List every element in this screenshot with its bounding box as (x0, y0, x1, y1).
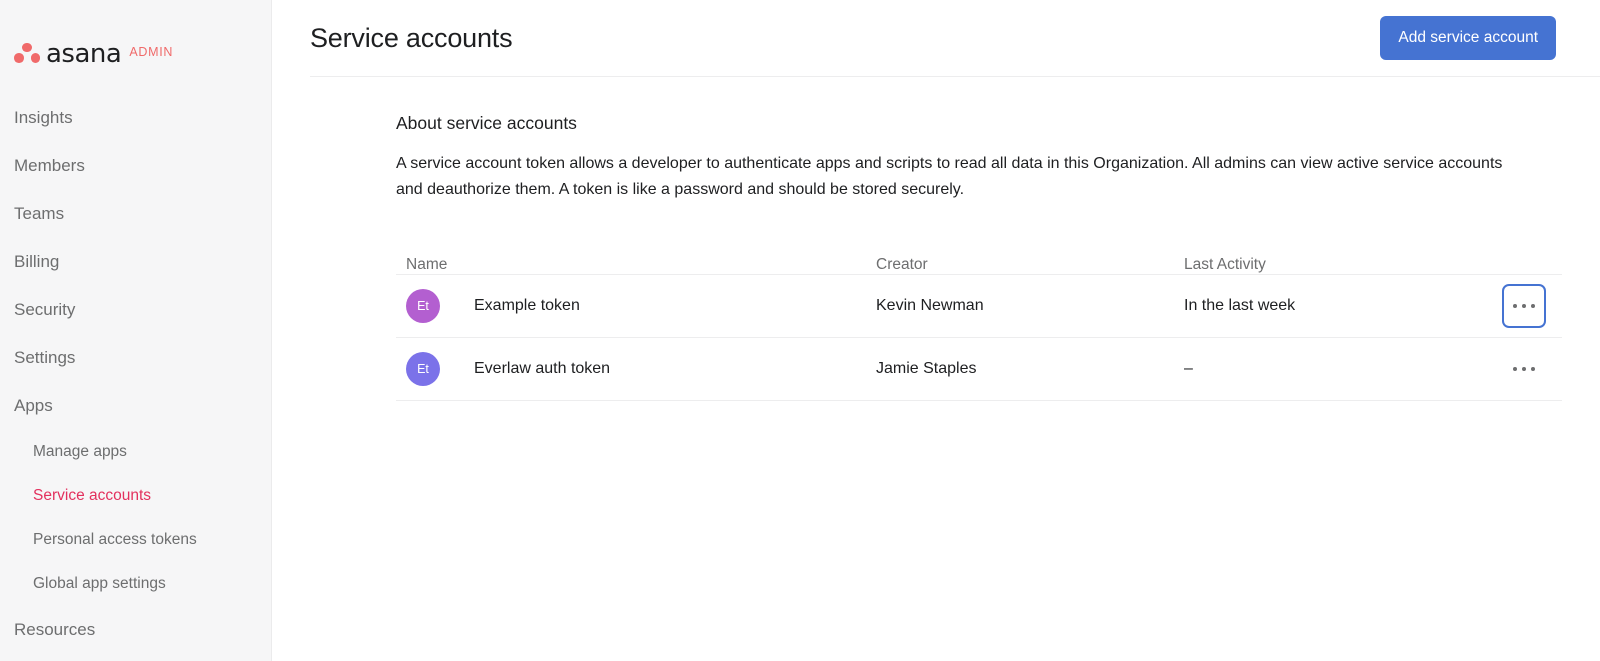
about-section-body: A service account token allows a develop… (396, 155, 1503, 198)
brand-admin-tag: ADMIN (129, 45, 174, 59)
sidebar-item-insights[interactable]: Insights (0, 94, 271, 142)
row-overflow-menu-icon[interactable] (1502, 284, 1546, 328)
add-service-account-button[interactable]: Add service account (1380, 16, 1556, 60)
page-title: Service accounts (310, 23, 513, 53)
row-actions-cell (1484, 284, 1562, 328)
service-accounts-panel: About service accounts A service account… (272, 77, 1600, 401)
avatar: Et (406, 289, 440, 323)
table-row: Et Everlaw auth token Jamie Staples – (396, 338, 1562, 401)
sidebar-item-apps[interactable]: Apps (0, 382, 271, 430)
sidebar-item-resources[interactable]: Resources (0, 606, 271, 654)
row-name-cell: Et Everlaw auth token (396, 352, 876, 386)
sidebar-item-security[interactable]: Security (0, 286, 271, 334)
sidebar-item-service-accounts[interactable]: Service accounts (0, 474, 271, 518)
row-actions-cell (1484, 347, 1562, 391)
column-header-creator: Creator (876, 256, 928, 273)
sidebar-item-manage-apps[interactable]: Manage apps (0, 430, 271, 474)
table-header-row: Name Creator Last Activity (396, 241, 1562, 275)
page-header: Service accounts Add service account (272, 0, 1600, 77)
row-name-label: Everlaw auth token (474, 360, 611, 377)
row-overflow-menu-icon[interactable] (1502, 347, 1546, 391)
row-name-label: Example token (474, 297, 580, 314)
header-divider (310, 76, 1600, 77)
row-last-activity-label: In the last week (1184, 297, 1296, 314)
main-content: Service accounts Add service account Abo… (272, 0, 1600, 661)
row-creator-label: Kevin Newman (876, 297, 984, 314)
about-section-title: About service accounts (396, 113, 577, 133)
sidebar-item-personal-access-tokens[interactable]: Personal access tokens (0, 518, 271, 562)
column-header-name: Name (406, 256, 448, 273)
row-last-activity-label: – (1184, 360, 1193, 377)
sidebar-nav: Insights Members Teams Billing Security … (0, 76, 271, 654)
asana-logo-icon (14, 42, 40, 64)
sidebar-item-settings[interactable]: Settings (0, 334, 271, 382)
sidebar-item-billing[interactable]: Billing (0, 238, 271, 286)
row-name-cell: Et Example token (396, 289, 876, 323)
admin-console: asana ADMIN Insights Members Teams Billi… (0, 0, 1600, 661)
sidebar-item-global-app-settings[interactable]: Global app settings (0, 562, 271, 606)
avatar: Et (406, 352, 440, 386)
column-header-last-activity: Last Activity (1184, 256, 1266, 273)
sidebar: asana ADMIN Insights Members Teams Billi… (0, 0, 272, 661)
sidebar-item-teams[interactable]: Teams (0, 190, 271, 238)
row-creator-label: Jamie Staples (876, 360, 977, 377)
brand-logo[interactable]: asana ADMIN (0, 0, 271, 76)
service-accounts-table: Name Creator Last Activity Et Example to… (396, 241, 1562, 401)
sidebar-item-members[interactable]: Members (0, 142, 271, 190)
table-row: Et Example token Kevin Newman In the las… (396, 275, 1562, 338)
brand-wordmark: asana (46, 39, 122, 69)
